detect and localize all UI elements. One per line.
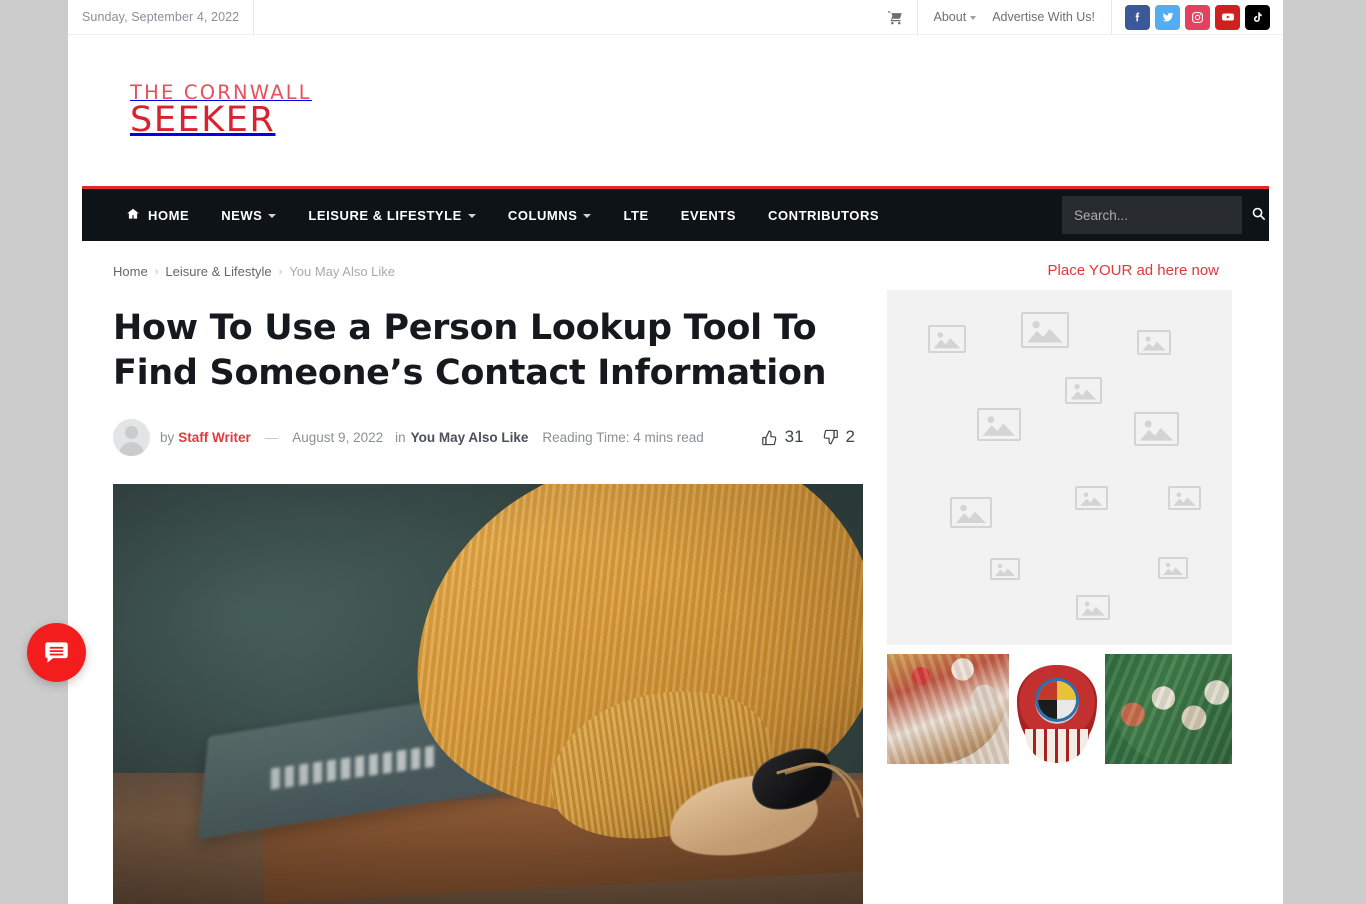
social-links (1112, 0, 1283, 34)
ad-banner-image-right (1105, 654, 1232, 764)
facebook-icon[interactable] (1125, 5, 1150, 30)
search-box (1062, 196, 1242, 234)
like-count: 31 (785, 427, 804, 447)
top-link-advertise-label: Advertise With Us! (992, 10, 1095, 24)
dislike-button[interactable]: 2 (822, 427, 855, 447)
avatar (113, 419, 150, 456)
nav-item-columns-label: COLUMNS (508, 208, 578, 223)
breadcrumb-item-leisure-lifestyle[interactable]: Leisure & Lifestyle (165, 264, 271, 279)
broken-image-icon (1065, 377, 1102, 404)
breadcrumb: Home › Leisure & Lifestyle › You May Als… (113, 241, 857, 279)
main-column: Home › Leisure & Lifestyle › You May Als… (82, 241, 857, 904)
top-bar-right: About Advertise With Us! (874, 0, 1283, 34)
dislike-count: 2 (846, 427, 855, 447)
top-links: About Advertise With Us! (918, 0, 1112, 34)
nav-item-contributors[interactable]: CONTRIBUTORS (752, 189, 895, 241)
featured-image-vignette (113, 484, 863, 904)
main-navigation: HOME NEWS LEISURE & LIFESTYLE COLUMNS LT… (82, 186, 1269, 241)
nav-item-columns[interactable]: COLUMNS (492, 189, 608, 241)
chat-bubble-icon (43, 639, 70, 666)
chevron-down-icon (268, 214, 276, 218)
publish-date: August 9, 2022 (292, 430, 383, 445)
chat-widget-button[interactable] (27, 623, 86, 682)
chevron-down-icon (583, 214, 591, 218)
thumbs-up-icon (761, 429, 778, 446)
sidebar: Place YOUR ad here now (887, 241, 1232, 904)
top-link-advertise[interactable]: Advertise With Us! (992, 10, 1095, 24)
nav-item-events[interactable]: EVENTS (665, 189, 752, 241)
byline-label: by (160, 430, 174, 445)
broken-image-icon (990, 558, 1020, 580)
ad-banner[interactable] (887, 654, 1232, 764)
author-link[interactable]: Staff Writer (178, 430, 251, 445)
search-icon (1251, 206, 1266, 224)
broken-image-icon (950, 497, 992, 528)
nav-item-leisure-lifestyle-label: LEISURE & LIFESTYLE (308, 208, 461, 223)
chevron-down-icon (468, 214, 476, 218)
masthead: THE CORNWALL SEEKER (68, 35, 1283, 186)
broken-image-icon (928, 325, 966, 353)
nav-item-events-label: EVENTS (681, 208, 736, 223)
current-date: Sunday, September 4, 2022 (68, 0, 254, 34)
nav-item-home-label: HOME (148, 208, 189, 223)
broken-image-icon (1075, 486, 1108, 510)
youtube-icon[interactable] (1215, 5, 1240, 30)
shopping-cart-icon[interactable] (874, 0, 918, 34)
page-content: Home › Leisure & Lifestyle › You May Als… (68, 241, 1283, 904)
site-logo[interactable]: THE CORNWALL SEEKER (130, 83, 312, 139)
nav-item-news-label: NEWS (221, 208, 262, 223)
top-bar: Sunday, September 4, 2022 About Advertis… (68, 0, 1283, 35)
tiktok-icon[interactable] (1245, 5, 1270, 30)
category-label: in (395, 430, 406, 445)
nav-item-contributors-label: CONTRIBUTORS (768, 208, 879, 223)
logo-line-2: SEEKER (130, 103, 312, 138)
breadcrumb-item-home[interactable]: Home (113, 264, 148, 279)
search-button[interactable] (1251, 206, 1266, 224)
article-meta: by Staff Writer — August 9, 2022 in You … (113, 419, 857, 456)
featured-image (113, 484, 863, 904)
broken-image-icon (1021, 312, 1069, 348)
thumbs-down-icon (822, 429, 839, 446)
top-bar-spacer (254, 0, 873, 34)
search-input[interactable] (1074, 208, 1251, 223)
page-title: How To Use a Person Lookup Tool To Find … (113, 306, 833, 396)
breadcrumb-separator: › (279, 266, 283, 278)
nav-item-lte[interactable]: LTE (607, 189, 664, 241)
ad-placeholder-box[interactable] (887, 290, 1232, 645)
nav-items: HOME NEWS LEISURE & LIFESTYLE COLUMNS LT… (82, 189, 895, 241)
breadcrumb-item-current: You May Also Like (289, 264, 395, 279)
top-link-about[interactable]: About (934, 10, 977, 24)
site-container: Sunday, September 4, 2022 About Advertis… (68, 0, 1283, 904)
breadcrumb-separator: › (155, 266, 159, 278)
instagram-icon[interactable] (1185, 5, 1210, 30)
nav-item-news[interactable]: NEWS (205, 189, 292, 241)
like-button[interactable]: 31 (761, 427, 804, 447)
broken-image-icon (1134, 412, 1179, 446)
top-link-about-label: About (934, 10, 967, 24)
reactions: 31 2 (761, 427, 857, 447)
twitter-icon[interactable] (1155, 5, 1180, 30)
nav-item-lte-label: LTE (623, 208, 648, 223)
home-icon (126, 207, 140, 224)
category-link[interactable]: You May Also Like (411, 430, 529, 445)
broken-image-icon (977, 408, 1021, 441)
nav-item-leisure-lifestyle[interactable]: LEISURE & LIFESTYLE (292, 189, 491, 241)
broken-image-icon (1158, 557, 1188, 579)
ad-banner-image-left (887, 654, 1009, 764)
broken-image-icon (1168, 486, 1201, 510)
ad-label: Place YOUR ad here now (887, 262, 1232, 280)
nav-item-home[interactable]: HOME (110, 189, 205, 241)
ad-banner-image-center (1009, 654, 1105, 764)
meta-dash: — (265, 430, 279, 445)
broken-image-icon (1137, 330, 1171, 355)
reading-time: Reading Time: 4 mins read (542, 430, 703, 445)
chevron-down-icon (970, 16, 976, 20)
broken-image-icon (1076, 595, 1110, 620)
